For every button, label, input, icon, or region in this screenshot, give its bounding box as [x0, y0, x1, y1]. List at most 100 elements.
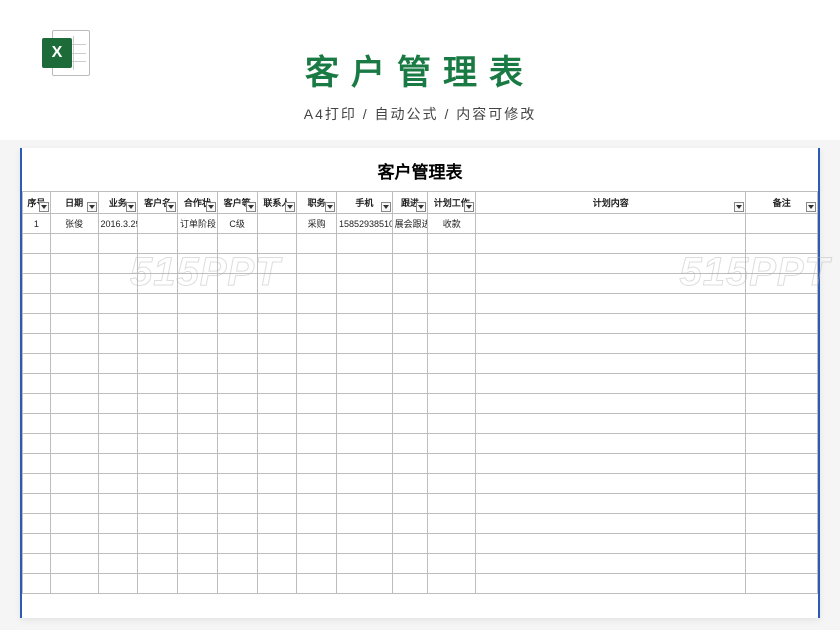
cell-cust[interactable]	[138, 374, 178, 394]
cell-phone[interactable]	[337, 414, 393, 434]
cell-coop[interactable]: 订单阶段	[178, 214, 218, 234]
filter-dropdown-icon[interactable]	[464, 202, 474, 212]
cell-channel[interactable]	[392, 314, 428, 334]
cell-content[interactable]	[476, 514, 746, 534]
cell-remark[interactable]	[746, 314, 818, 334]
cell-channel[interactable]	[392, 234, 428, 254]
cell-contact[interactable]	[257, 534, 297, 554]
cell-phone[interactable]	[337, 314, 393, 334]
cell-content[interactable]	[476, 534, 746, 554]
cell-grade[interactable]	[217, 494, 257, 514]
column-header-coop[interactable]: 合作状	[178, 192, 218, 214]
cell-grade[interactable]	[217, 534, 257, 554]
cell-seq[interactable]: 1	[23, 214, 51, 234]
cell-biz[interactable]	[98, 254, 138, 274]
cell-biz[interactable]	[98, 314, 138, 334]
cell-phone[interactable]	[337, 434, 393, 454]
cell-content[interactable]	[476, 434, 746, 454]
cell-contact[interactable]	[257, 514, 297, 534]
cell-grade[interactable]	[217, 394, 257, 414]
cell-channel[interactable]	[392, 334, 428, 354]
cell-plan[interactable]	[428, 294, 476, 314]
cell-biz[interactable]	[98, 274, 138, 294]
column-header-biz[interactable]: 业务	[98, 192, 138, 214]
cell-date[interactable]	[50, 514, 98, 534]
cell-seq[interactable]	[23, 274, 51, 294]
cell-channel[interactable]	[392, 274, 428, 294]
cell-channel[interactable]	[392, 494, 428, 514]
cell-contact[interactable]	[257, 374, 297, 394]
cell-channel[interactable]	[392, 474, 428, 494]
cell-cust[interactable]	[138, 474, 178, 494]
cell-cust[interactable]	[138, 554, 178, 574]
cell-job[interactable]	[297, 414, 337, 434]
cell-job[interactable]	[297, 534, 337, 554]
cell-date[interactable]	[50, 394, 98, 414]
cell-grade[interactable]	[217, 434, 257, 454]
cell-contact[interactable]	[257, 234, 297, 254]
cell-content[interactable]	[476, 354, 746, 374]
cell-biz[interactable]	[98, 234, 138, 254]
cell-cust[interactable]	[138, 274, 178, 294]
cell-content[interactable]	[476, 494, 746, 514]
cell-remark[interactable]	[746, 554, 818, 574]
cell-remark[interactable]	[746, 374, 818, 394]
cell-date[interactable]	[50, 374, 98, 394]
cell-job[interactable]	[297, 334, 337, 354]
cell-coop[interactable]	[178, 274, 218, 294]
cell-cust[interactable]	[138, 534, 178, 554]
cell-phone[interactable]	[337, 234, 393, 254]
cell-job[interactable]	[297, 434, 337, 454]
cell-remark[interactable]	[746, 514, 818, 534]
cell-plan[interactable]	[428, 374, 476, 394]
cell-content[interactable]	[476, 374, 746, 394]
cell-grade[interactable]	[217, 454, 257, 474]
cell-remark[interactable]	[746, 434, 818, 454]
cell-channel[interactable]	[392, 434, 428, 454]
cell-contact[interactable]	[257, 474, 297, 494]
cell-contact[interactable]	[257, 414, 297, 434]
cell-date[interactable]	[50, 434, 98, 454]
cell-seq[interactable]	[23, 574, 51, 594]
filter-dropdown-icon[interactable]	[39, 202, 49, 212]
cell-plan[interactable]	[428, 334, 476, 354]
cell-seq[interactable]	[23, 334, 51, 354]
cell-contact[interactable]	[257, 274, 297, 294]
cell-plan[interactable]: 收款	[428, 214, 476, 234]
cell-phone[interactable]	[337, 554, 393, 574]
cell-remark[interactable]	[746, 354, 818, 374]
cell-plan[interactable]	[428, 314, 476, 334]
cell-content[interactable]	[476, 234, 746, 254]
cell-grade[interactable]	[217, 374, 257, 394]
cell-seq[interactable]	[23, 254, 51, 274]
cell-phone[interactable]	[337, 274, 393, 294]
cell-date[interactable]	[50, 454, 98, 474]
cell-content[interactable]	[476, 474, 746, 494]
cell-phone[interactable]: 15852938510	[337, 214, 393, 234]
cell-plan[interactable]	[428, 254, 476, 274]
cell-date[interactable]	[50, 354, 98, 374]
cell-remark[interactable]	[746, 334, 818, 354]
cell-channel[interactable]	[392, 554, 428, 574]
cell-date[interactable]	[50, 234, 98, 254]
cell-seq[interactable]	[23, 374, 51, 394]
cell-date[interactable]	[50, 554, 98, 574]
cell-grade[interactable]	[217, 474, 257, 494]
filter-dropdown-icon[interactable]	[734, 202, 744, 212]
cell-remark[interactable]	[746, 534, 818, 554]
cell-biz[interactable]	[98, 434, 138, 454]
cell-date[interactable]	[50, 474, 98, 494]
cell-content[interactable]	[476, 314, 746, 334]
cell-contact[interactable]	[257, 554, 297, 574]
cell-seq[interactable]	[23, 234, 51, 254]
cell-plan[interactable]	[428, 554, 476, 574]
cell-biz[interactable]	[98, 374, 138, 394]
cell-job[interactable]	[297, 314, 337, 334]
cell-cust[interactable]	[138, 254, 178, 274]
column-header-plan[interactable]: 计划工作	[428, 192, 476, 214]
filter-dropdown-icon[interactable]	[87, 202, 97, 212]
cell-biz[interactable]	[98, 474, 138, 494]
cell-coop[interactable]	[178, 494, 218, 514]
cell-contact[interactable]	[257, 354, 297, 374]
cell-contact[interactable]	[257, 454, 297, 474]
